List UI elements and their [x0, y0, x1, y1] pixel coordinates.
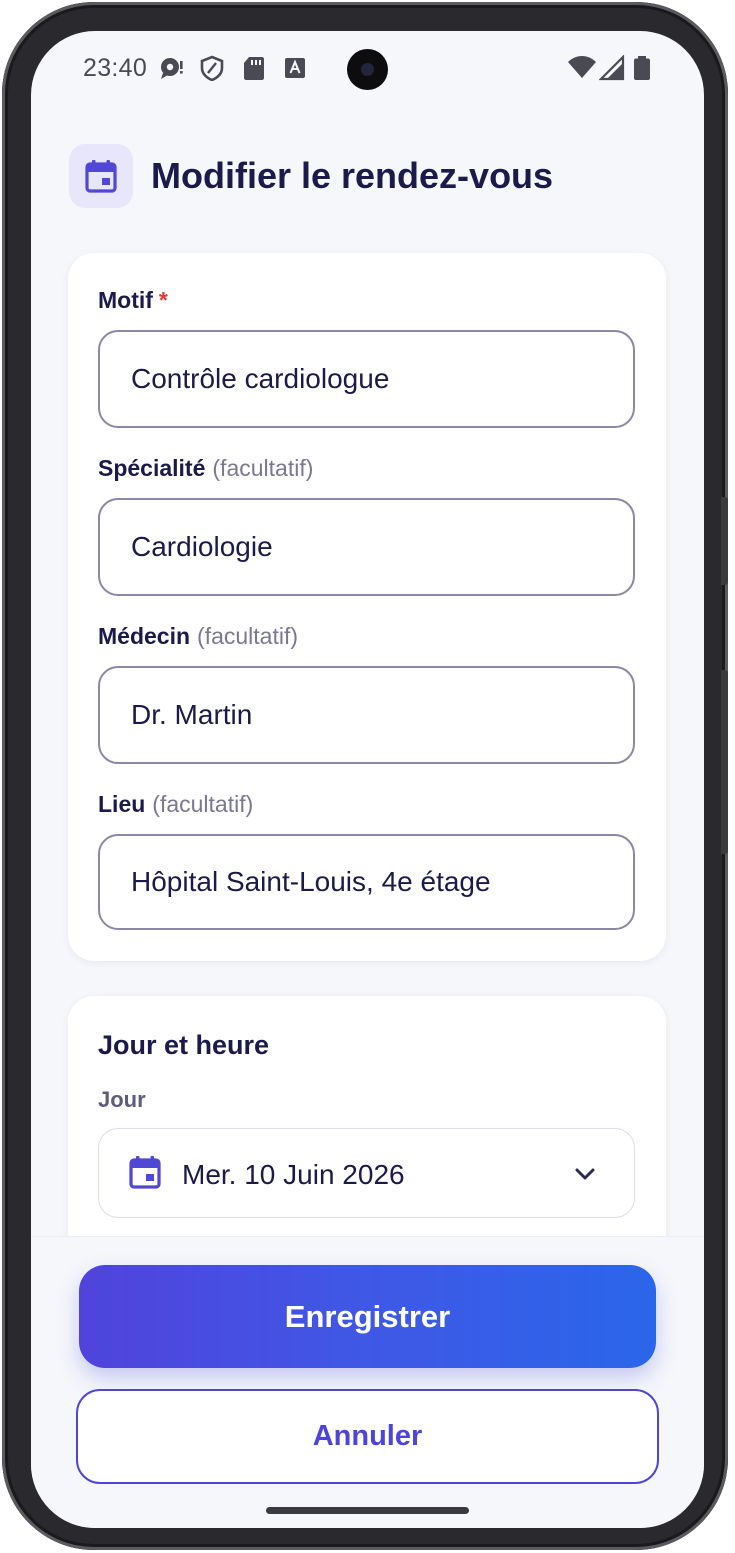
- day-label: Jour: [98, 1087, 146, 1112]
- signal-icon: [599, 55, 625, 81]
- calendar-icon: [129, 1156, 161, 1189]
- cancel-button[interactable]: Annuler: [76, 1389, 659, 1484]
- field-label-text: Motif: [98, 287, 153, 313]
- field-label-medecin: Médecin (facultatif): [98, 623, 298, 650]
- motif-input[interactable]: [98, 330, 635, 428]
- field-label-lieu: Lieu (facultatif): [98, 791, 253, 818]
- field-label-motif: Motif *: [98, 287, 168, 314]
- day-value: Mer. 10 Juin 2026: [182, 1159, 405, 1190]
- field-label-text: Lieu: [98, 791, 146, 817]
- sd-card-icon: [244, 57, 264, 80]
- front-camera: [347, 49, 388, 90]
- chat-bubble-icon: [161, 58, 183, 79]
- page-title: Modifier le rendez-vous: [151, 155, 554, 196]
- field-label-text: Spécialité: [98, 455, 206, 481]
- home-indicator[interactable]: [266, 1507, 469, 1514]
- keyboard-a-icon: [285, 58, 305, 78]
- header-icon-container: [69, 144, 133, 208]
- screen: 23:40 Modifier le rendez-vous Motif * Co…: [31, 31, 704, 1528]
- field-label-text: Médecin: [98, 623, 191, 649]
- optional-hint: (facultatif): [212, 455, 314, 481]
- section-title: Jour et heure: [98, 1030, 270, 1060]
- status-bar: 23:40: [31, 31, 704, 107]
- lieu-input[interactable]: [98, 834, 635, 930]
- shield-icon: [200, 55, 224, 81]
- field-label-specialite: Spécialité (facultatif): [98, 455, 313, 482]
- wifi-icon: [568, 56, 596, 78]
- bottom-action-bar: Enregistrer Annuler: [31, 1236, 704, 1528]
- status-time: 23:40: [83, 54, 148, 82]
- phone-frame: 23:40 Modifier le rendez-vous Motif * Co…: [2, 2, 728, 1550]
- medecin-input[interactable]: [98, 666, 635, 764]
- power-button: [721, 497, 728, 585]
- volume-button: [721, 670, 728, 854]
- datetime-card: Jour et heure Jour Mer. 10 Juin 2026: [68, 996, 666, 1276]
- specialite-input[interactable]: [98, 498, 635, 596]
- battery-icon: [634, 56, 650, 80]
- required-mark: *: [158, 287, 168, 313]
- chevron-down-icon: [575, 1168, 595, 1180]
- day-select[interactable]: Mer. 10 Juin 2026: [98, 1128, 635, 1218]
- details-card: Motif* Spécialité(facultatif) Médecin(fa…: [68, 253, 666, 961]
- save-button[interactable]: Enregistrer: [79, 1265, 656, 1368]
- optional-hint: (facultatif): [152, 791, 254, 817]
- optional-hint: (facultatif): [197, 623, 299, 649]
- calendar-icon: [85, 160, 117, 193]
